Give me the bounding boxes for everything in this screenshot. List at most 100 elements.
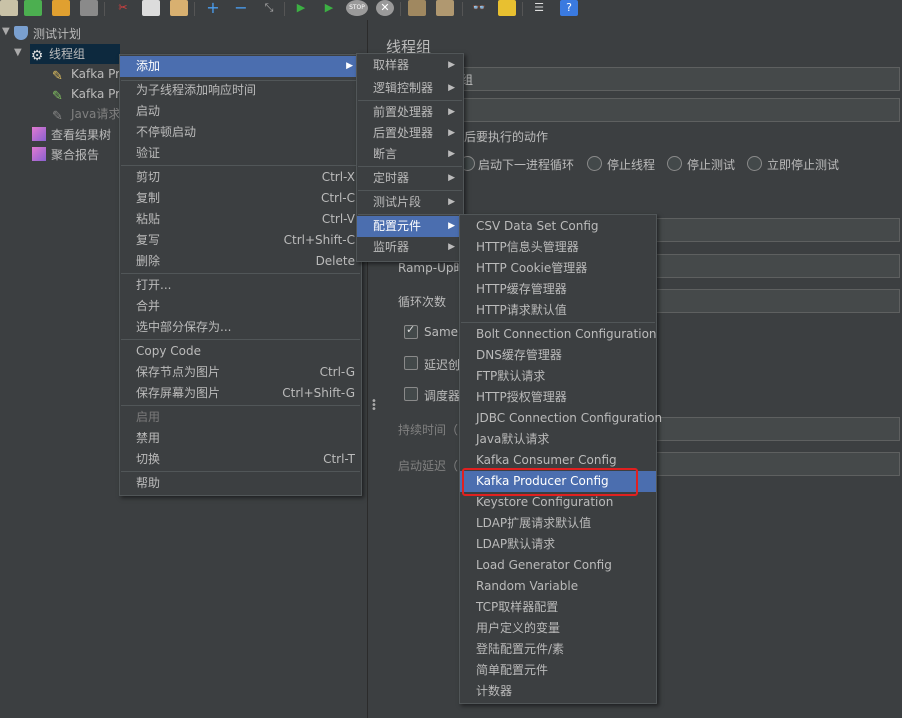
menu-item-cut[interactable]: 剪切 Ctrl-X (120, 167, 361, 188)
radio-stop-test-now[interactable] (747, 156, 762, 171)
loop-count-field[interactable] (656, 289, 900, 313)
menu-item-config-element[interactable]: 配置元件 ▶ (357, 216, 463, 237)
copy-icon[interactable] (142, 0, 160, 16)
menu-item-delete[interactable]: 删除 Delete (120, 251, 361, 272)
menu-item-config[interactable]: Java默认请求 (460, 429, 656, 450)
submenu-arrow-icon: ▶ (448, 107, 455, 117)
tree-node-test-plan[interactable]: 测试计划 (14, 24, 81, 44)
menu-item-config[interactable]: 登陆配置元件/素 (460, 639, 656, 660)
menu-item-listener[interactable]: 监听器 ▶ (357, 237, 463, 258)
menu-item-test-fragment[interactable]: 测试片段 ▶ (357, 192, 463, 213)
menu-item-save-screen-image[interactable]: 保存屏幕为图片 Ctrl+Shift-G (120, 383, 361, 404)
collapse-arrow-icon[interactable]: ▼ (14, 47, 22, 58)
folder-open-icon[interactable] (52, 0, 70, 16)
tree-node-thread-group[interactable]: ⚙ 线程组 (30, 44, 120, 64)
menu-item-start[interactable]: 启动 (120, 101, 361, 122)
menu-item-logic-controller[interactable]: 逻辑控制器 ▶ (357, 78, 463, 99)
cut-icon[interactable]: ✂ (114, 0, 132, 16)
menu-item-duplicate[interactable]: 复写 Ctrl+Shift-C (120, 230, 361, 251)
clear-icon[interactable] (408, 0, 426, 16)
menu-item-pre-processor[interactable]: 前置处理器 ▶ (357, 102, 463, 123)
clear-all-icon[interactable] (436, 0, 454, 16)
menu-item-config[interactable]: LDAP扩展请求默认值 (460, 513, 656, 534)
menu-item-config[interactable]: LDAP默认请求 (460, 534, 656, 555)
menu-item-config[interactable]: 简单配置元件 (460, 660, 656, 681)
submenu-arrow-icon: ▶ (448, 242, 455, 252)
menu-item-config[interactable]: DNS缓存管理器 (460, 345, 656, 366)
menu-item-merge[interactable]: 合并 (120, 296, 361, 317)
reset-search-icon[interactable] (498, 0, 516, 16)
menu-item-save-selection-as[interactable]: 选中部分保存为... (120, 317, 361, 338)
menu-item-assertion[interactable]: 断言 ▶ (357, 144, 463, 165)
menu-item-config[interactable]: Load Generator Config (460, 555, 656, 576)
search-icon[interactable]: 👓 (470, 0, 488, 16)
tree-node-aggregate-report[interactable]: 聚合报告 (32, 145, 99, 165)
add-submenu: 取样器 ▶ 逻辑控制器 ▶ 前置处理器 ▶ 后置处理器 ▶ 断言 ▶ 定时器 ▶ 测试片段 ▶… (356, 53, 464, 262)
menu-item-save-node-image[interactable]: 保存节点为图片 Ctrl-G (120, 362, 361, 383)
templates-icon[interactable] (24, 0, 42, 16)
menu-item-config[interactable]: CSV Data Set Config (460, 216, 656, 237)
menu-item-config[interactable]: HTTP授权管理器 (460, 387, 656, 408)
menu-item-sampler[interactable]: 取样器 ▶ (357, 55, 463, 76)
menu-item-config[interactable]: HTTP请求默认值 (460, 300, 656, 321)
menu-item-validate[interactable]: 验证 (120, 143, 361, 164)
menu-item-config[interactable]: HTTP信息头管理器 (460, 237, 656, 258)
shutdown-icon[interactable]: ✕ (376, 0, 394, 16)
menu-item-config[interactable]: JDBC Connection Configuration (460, 408, 662, 429)
submenu-arrow-icon: ▶ (448, 83, 455, 93)
collapse-icon[interactable]: − (232, 0, 250, 16)
scheduler-checkbox[interactable] (404, 387, 418, 401)
menu-item-config[interactable]: HTTP缓存管理器 (460, 279, 656, 300)
radio-stop-test[interactable] (667, 156, 682, 171)
threads-field[interactable] (656, 218, 900, 242)
menu-item-copy-code[interactable]: Copy Code (120, 341, 361, 362)
delay-thread-checkbox[interactable] (404, 356, 418, 370)
stop-icon[interactable]: STOP (346, 0, 368, 16)
paste-icon[interactable] (170, 0, 188, 16)
gear-icon: ⚙ (30, 48, 44, 64)
menu-item-disable[interactable]: 禁用 (120, 428, 361, 449)
menu-item-open[interactable]: 打开... (120, 275, 361, 296)
menu-item-add[interactable]: 添加 ▶ (120, 56, 361, 77)
context-menu: 添加 ▶ 为子线程添加响应时间 启动 不停顿启动 验证 剪切 Ctrl-X 复制 Ct… (119, 54, 362, 496)
menu-item-config[interactable]: Bolt Connection Configuration (460, 324, 657, 345)
menu-item-config[interactable]: 计数器 (460, 681, 656, 702)
submenu-arrow-icon: ▶ (448, 149, 455, 159)
tree-node-kafka-producer-2[interactable]: ✎ Kafka Pro (52, 84, 127, 104)
name-field[interactable]: 组 (458, 67, 900, 91)
toggle-icon[interactable]: ⤡ (260, 0, 278, 16)
start-no-pause-icon[interactable]: ▶ (320, 0, 338, 16)
collapse-arrow-icon[interactable]: ▼ (2, 26, 10, 37)
sampler-icon: ✎ (52, 89, 63, 104)
drag-handle-icon[interactable]: • • • (371, 397, 377, 415)
menu-item-post-processor[interactable]: 后置处理器 ▶ (357, 123, 463, 144)
menu-item-copy[interactable]: 复制 Ctrl-C (120, 188, 361, 209)
tree-node-view-results-tree[interactable]: 查看结果树 (32, 125, 111, 145)
rampup-field[interactable] (656, 254, 900, 278)
menu-item-paste[interactable]: 粘贴 Ctrl-V (120, 209, 361, 230)
tree-node-kafka-producer-1[interactable]: ✎ Kafka Pro (52, 64, 127, 84)
menu-item-config[interactable]: 用户定义的变量 (460, 618, 656, 639)
expand-icon[interactable]: + (204, 0, 222, 16)
menu-item-config[interactable]: TCP取样器配置 (460, 597, 656, 618)
duration-field[interactable] (656, 417, 900, 441)
comments-field[interactable] (458, 98, 900, 122)
menu-item-add-think-times[interactable]: 为子线程添加响应时间 (120, 80, 361, 101)
menu-item-config[interactable]: Random Variable (460, 576, 656, 597)
save-icon[interactable] (80, 0, 98, 16)
function-helper-icon[interactable]: ☰ (530, 0, 548, 16)
tree-node-java-request[interactable]: ✎ Java请求 (52, 104, 120, 124)
same-user-checkbox[interactable]: ✓ (404, 323, 418, 339)
menu-item-help[interactable]: 帮助 (120, 473, 361, 494)
startup-delay-field[interactable] (656, 452, 900, 476)
open-icon[interactable] (0, 0, 18, 16)
listener-icon (32, 127, 46, 141)
menu-item-config[interactable]: HTTP Cookie管理器 (460, 258, 656, 279)
menu-item-toggle[interactable]: 切换 Ctrl-T (120, 449, 361, 470)
radio-stop-thread[interactable] (587, 156, 602, 171)
menu-item-timer[interactable]: 定时器 ▶ (357, 168, 463, 189)
menu-item-config[interactable]: FTP默认请求 (460, 366, 656, 387)
help-icon[interactable]: ? (560, 0, 578, 16)
menu-item-start-no-pause[interactable]: 不停顿启动 (120, 122, 361, 143)
start-icon[interactable]: ▶ (292, 0, 310, 16)
